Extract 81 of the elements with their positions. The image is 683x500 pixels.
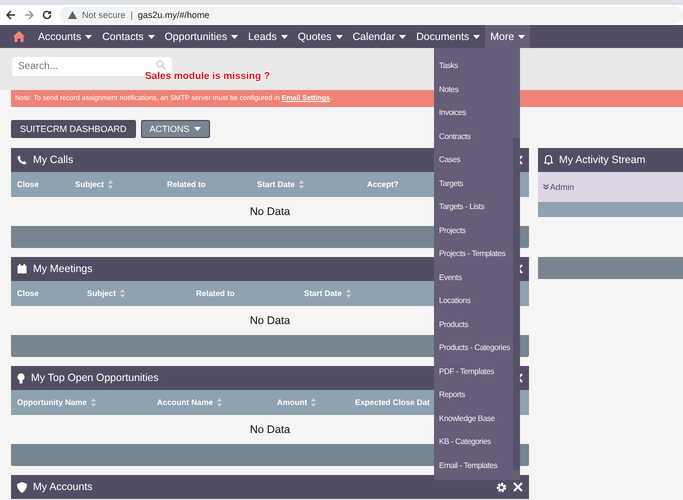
column-header: Close: [17, 180, 40, 189]
nav-tab[interactable]: Calendar: [348, 25, 412, 48]
calendar-icon: [17, 264, 27, 274]
sort-icon[interactable]: [298, 180, 304, 189]
menu-item[interactable]: PDF - Templates: [439, 360, 513, 383]
nav-tab[interactable]: Leads: [243, 25, 293, 48]
security-label: Not secure: [82, 10, 126, 20]
collapse-icon[interactable]: [517, 373, 523, 383]
caret-icon: [280, 34, 288, 38]
nav-tab[interactable]: Accounts: [33, 25, 98, 48]
menu-item[interactable]: Products: [439, 312, 513, 336]
column-header: Close: [17, 289, 40, 298]
menu-item[interactable]: Contracts: [439, 124, 513, 148]
settings-icon[interactable]: [496, 482, 507, 492]
menu-item[interactable]: Events: [439, 266, 513, 289]
menu-item[interactable]: Locations: [439, 289, 513, 312]
column-header: Related to: [167, 180, 207, 189]
caret-icon: [231, 34, 238, 38]
column-header: Related to: [196, 289, 236, 298]
dashlet-title: My Top Open Opportunities: [31, 372, 159, 384]
scrollbar[interactable]: [513, 138, 520, 470]
menu-item[interactable]: Invoices: [439, 101, 513, 124]
menu-item[interactable]: Products - Categories: [439, 336, 513, 360]
collapse-icon[interactable]: [517, 155, 523, 165]
dashlet-title: My Activity Stream: [559, 154, 646, 166]
empty-message: No Data: [250, 314, 290, 326]
caret-icon: [473, 34, 480, 38]
user-row[interactable]: Admin: [538, 172, 683, 202]
sort-icon[interactable]: [120, 289, 125, 298]
reload-icon[interactable]: [42, 10, 52, 20]
empty-message: No Data: [250, 424, 290, 436]
lightbulb-icon: [17, 372, 25, 384]
nav-tab[interactable]: Opportunities: [160, 25, 244, 48]
separator: |: [130, 10, 133, 20]
sort-icon[interactable]: [217, 398, 222, 407]
menu-item[interactable]: Tasks: [439, 54, 513, 78]
shield-icon: [17, 482, 27, 492]
forward-icon[interactable]: [24, 10, 34, 20]
empty-message: No Data: [250, 206, 290, 218]
dashlet-title: My Calls: [33, 154, 74, 166]
sort-icon[interactable]: [108, 180, 113, 189]
search-icon[interactable]: [156, 60, 166, 70]
caret-icon: [399, 34, 406, 38]
menu-item[interactable]: Notes: [439, 78, 513, 101]
address-bar[interactable]: Not secure | gas2u.my/#/home: [60, 6, 683, 24]
column-header: Expected Close Dat: [355, 398, 430, 407]
bell-icon: [544, 155, 553, 165]
back-icon[interactable]: [6, 10, 16, 20]
caret-icon: [336, 34, 343, 38]
nav-tab[interactable]: Quotes: [292, 25, 348, 48]
dashlet-title: My Meetings: [33, 263, 93, 275]
menu-item[interactable]: Targets: [439, 172, 513, 195]
sort-icon[interactable]: [311, 398, 316, 407]
user-name: Admin: [550, 182, 574, 192]
warning-icon: [68, 11, 77, 19]
nav-tab[interactable]: Documents: [411, 25, 486, 48]
menu-item[interactable]: Knowledge Base: [439, 406, 513, 430]
url-text: gas2u.my/#/home: [138, 10, 210, 20]
dashlet-title: My Accounts: [33, 481, 93, 493]
menu-item[interactable]: KB - Categories: [439, 430, 513, 454]
collapse-icon[interactable]: [517, 264, 523, 274]
dashboard-button[interactable]: SUITECRM DASHBOARD: [11, 120, 136, 138]
chevron-down-icon: [543, 184, 549, 190]
caret-icon: [194, 127, 201, 131]
menu-item[interactable]: Reports: [439, 383, 513, 406]
menu-item[interactable]: Projects - Templates: [439, 242, 513, 266]
nav-tab[interactable]: Contacts: [97, 25, 160, 48]
menu-item[interactable]: Cases: [439, 148, 513, 172]
sort-icon[interactable]: [90, 398, 96, 407]
caret-icon: [85, 34, 92, 38]
menu-item[interactable]: Targets - Lists: [439, 195, 513, 218]
phone-icon: [17, 155, 27, 165]
close-icon[interactable]: [513, 482, 523, 492]
home-icon[interactable]: [13, 31, 25, 42]
sort-icon[interactable]: [346, 289, 351, 298]
actions-button[interactable]: ACTIONS: [140, 120, 210, 138]
menu-item[interactable]: Email - Templates: [439, 454, 513, 477]
menu-item[interactable]: Projects: [439, 218, 513, 242]
caret-icon: [148, 34, 155, 38]
caret-icon: [518, 34, 526, 38]
nav-tab[interactable]: More: [485, 25, 530, 48]
